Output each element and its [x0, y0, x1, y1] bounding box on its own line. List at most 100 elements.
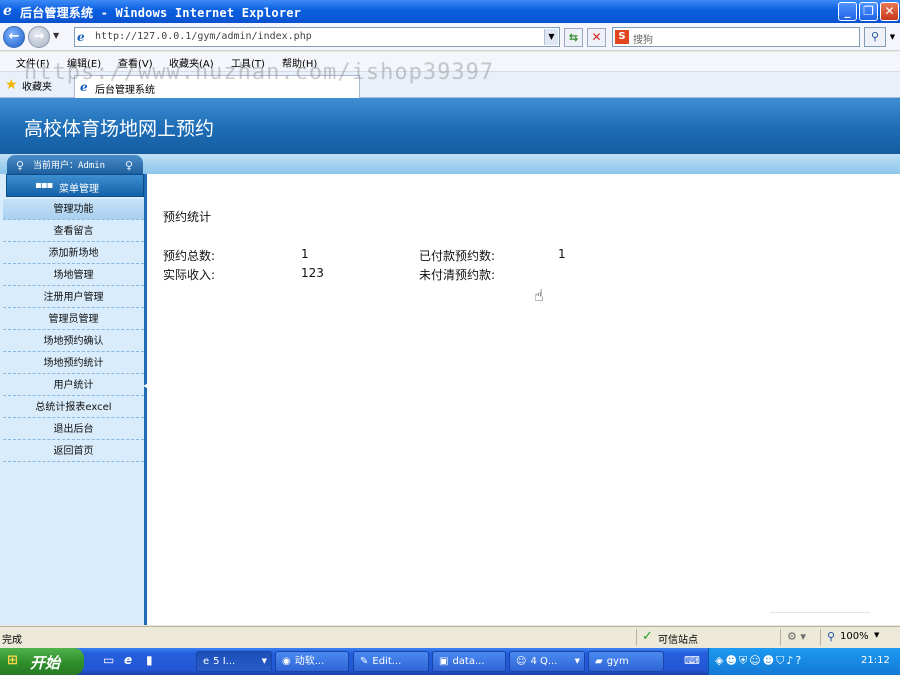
sidebar-item-add-venue[interactable]: 添加新场地	[3, 243, 144, 264]
search-input[interactable]: 搜狗	[633, 31, 653, 46]
window-title-bar[interactable]: e 后台管理系统 - Windows Internet Explorer _ ❐…	[0, 0, 900, 23]
trusted-zone-check-icon: ✓	[642, 629, 653, 644]
sidebar-item-booking-confirm[interactable]: 场地预约确认	[3, 331, 144, 352]
task-label: 4 Q...	[530, 656, 558, 667]
site-title: 高校体育场地网上预约	[24, 118, 215, 140]
ie-quicklaunch-icon[interactable]: e	[124, 653, 132, 667]
app-quicklaunch-icon[interactable]: ▮	[146, 653, 153, 667]
grid-icon: ▪▪▪	[35, 180, 53, 191]
start-label: 开始	[30, 654, 61, 672]
address-url[interactable]: http://127.0.0.1/gym/admin/index.php	[95, 31, 312, 42]
search-box[interactable]: S 搜狗	[612, 27, 860, 47]
total-bookings-label: 预约总数:	[163, 249, 216, 263]
navigation-bar: ← → ▼ e http://127.0.0.1/gym/admin/index…	[0, 23, 900, 51]
network-icon[interactable]: ◈	[715, 654, 725, 667]
zoom-level[interactable]: 100%	[840, 631, 869, 642]
security-zone[interactable]: 可信站点	[658, 631, 698, 646]
status-text: 完成	[2, 635, 22, 646]
antivirus-icon[interactable]: ⛨	[739, 654, 749, 667]
page-icon: e	[77, 30, 85, 44]
editor-task-icon: ✎	[360, 656, 369, 667]
keyboard-icon[interactable]: ⌨	[684, 654, 700, 667]
maximize-button[interactable]: ❐	[859, 2, 878, 21]
chat-icon[interactable]: ☺	[749, 654, 762, 667]
task-label: data...	[452, 656, 485, 667]
paid-bookings-label: 已付款预约数:	[419, 249, 496, 263]
total-bookings-value: 1	[301, 247, 309, 261]
ie-logo-icon: e	[3, 3, 12, 19]
status-bar: 完成 ✓ 可信站点 ⚙ ▾ ⚲ 100% ▼	[0, 626, 900, 648]
sidebar-item-admin-management[interactable]: 管理员管理	[3, 309, 144, 330]
sidebar-item-user-management[interactable]: 注册用户管理	[3, 287, 144, 308]
ie-task-icon: e	[203, 656, 210, 667]
sidebar-item-venue-management[interactable]: 场地管理	[3, 265, 144, 286]
unpaid-bookings-label: 未付清预约款:	[419, 268, 496, 282]
sidebar-item-messages[interactable]: 查看留言	[3, 221, 144, 242]
stop-button[interactable]: ✕	[587, 28, 606, 47]
tray-icons[interactable]: ◈☻⛨☺☻⛉♪?	[715, 654, 803, 668]
folder-task-icon: ▰	[595, 656, 603, 667]
hand-cursor-icon: ☝	[534, 286, 544, 305]
shield-icon[interactable]: ⛉	[776, 654, 786, 667]
task-gym-folder[interactable]: ▰ gym	[588, 651, 664, 672]
chevron-down-icon: ▼	[261, 657, 267, 665]
zoom-dropdown-icon[interactable]: ▼	[874, 631, 879, 639]
watermark-text: https://www.huzhan.com/ishop39397	[24, 60, 495, 85]
close-button[interactable]: ✕	[880, 2, 899, 21]
divider	[770, 612, 870, 613]
sidebar-item-booking-stats[interactable]: 场地预约统计	[3, 353, 144, 374]
sidebar-item-home[interactable]: 返回首页	[3, 441, 144, 462]
windows-flag-icon: ⊞	[7, 653, 18, 668]
arrow-left-icon: ←	[8, 29, 20, 44]
minimize-button[interactable]: _	[838, 2, 857, 21]
search-options-dropdown-icon[interactable]: ▼	[887, 27, 898, 47]
history-dropdown-icon[interactable]: ▼	[53, 31, 59, 40]
site-banner: 高校体育场地网上预约	[0, 98, 900, 154]
sidebar-item-excel-report[interactable]: 总统计报表excel	[3, 397, 144, 418]
qq-tray-icon[interactable]: ☻	[725, 654, 738, 667]
forward-button[interactable]: →	[28, 26, 50, 48]
window-title: 后台管理系统 - Windows Internet Explorer	[20, 6, 302, 20]
taskbar: ⊞ 开始 ▭ e ▮ e5 I... ▼ ◉ 动软... ✎ Edit... ▣ dat…	[0, 648, 900, 675]
current-user-label: 当前用户：Admin	[33, 161, 106, 171]
start-button[interactable]: ⊞ 开始	[0, 648, 84, 675]
globe-task-icon: ◉	[282, 656, 291, 667]
sidebar-item-user-stats[interactable]: 用户统计	[3, 375, 144, 396]
magnifier-icon: ⚲	[870, 30, 880, 43]
address-bar[interactable]: e http://127.0.0.1/gym/admin/index.php ▼	[74, 27, 560, 47]
paid-bookings-value: 1	[558, 247, 566, 261]
task-qq[interactable]: ☺ 4 Q... ▼	[509, 651, 585, 672]
sidebar-item-logout[interactable]: 退出后台	[3, 419, 144, 440]
back-button[interactable]: ←	[3, 26, 25, 48]
refresh-button[interactable]: ⇆	[564, 28, 583, 47]
divider	[820, 629, 821, 646]
actual-income-label: 实际收入:	[163, 268, 216, 282]
show-desktop-icon[interactable]: ▭	[103, 653, 114, 667]
qq-task-icon: ☺	[516, 656, 527, 667]
search-button[interactable]: ⚲	[864, 27, 886, 47]
help-icon[interactable]: ?	[795, 654, 803, 667]
menu-header-label: 菜单管理	[59, 184, 99, 195]
favorites-star-icon[interactable]: ★	[5, 77, 18, 93]
refresh-icon: ⇆	[568, 31, 579, 44]
task-data[interactable]: ▣ data...	[432, 651, 506, 672]
address-dropdown-icon[interactable]: ▼	[544, 29, 558, 45]
sidebar-collapse-icon[interactable]: ◀	[143, 381, 149, 390]
menu-header: ▪▪▪ 菜单管理	[6, 174, 144, 197]
task-label: gym	[606, 656, 629, 667]
task-editplus[interactable]: ✎ Edit...	[353, 651, 429, 672]
window-task-icon: ▣	[439, 656, 449, 667]
task-ie-windows[interactable]: e5 I... ▼	[196, 651, 272, 672]
task-dongruan[interactable]: ◉ 动软...	[275, 651, 349, 672]
divider	[636, 629, 637, 646]
current-user-tab: ♀ 当前用户：Admin ♀	[7, 155, 143, 174]
sidebar-section-admin: 管理功能	[3, 199, 144, 220]
sidebar: ▪▪▪ 菜单管理 管理功能 查看留言 添加新场地 场地管理 注册用户管理 管理员…	[0, 174, 149, 625]
web-page: 高校体育场地网上预约 ♀ 当前用户：Admin ♀ ▪▪▪ 菜单管理 管理功能 …	[0, 98, 900, 625]
task-label: 5 I...	[213, 656, 236, 667]
qq-tray-icon[interactable]: ☻	[763, 654, 776, 667]
pin-icon: ♀	[125, 159, 134, 172]
zoom-magnifier-icon[interactable]: ⚲	[827, 630, 835, 643]
protected-mode-icon[interactable]: ⚙ ▾	[787, 630, 806, 643]
clock[interactable]: 21:12	[861, 655, 890, 666]
